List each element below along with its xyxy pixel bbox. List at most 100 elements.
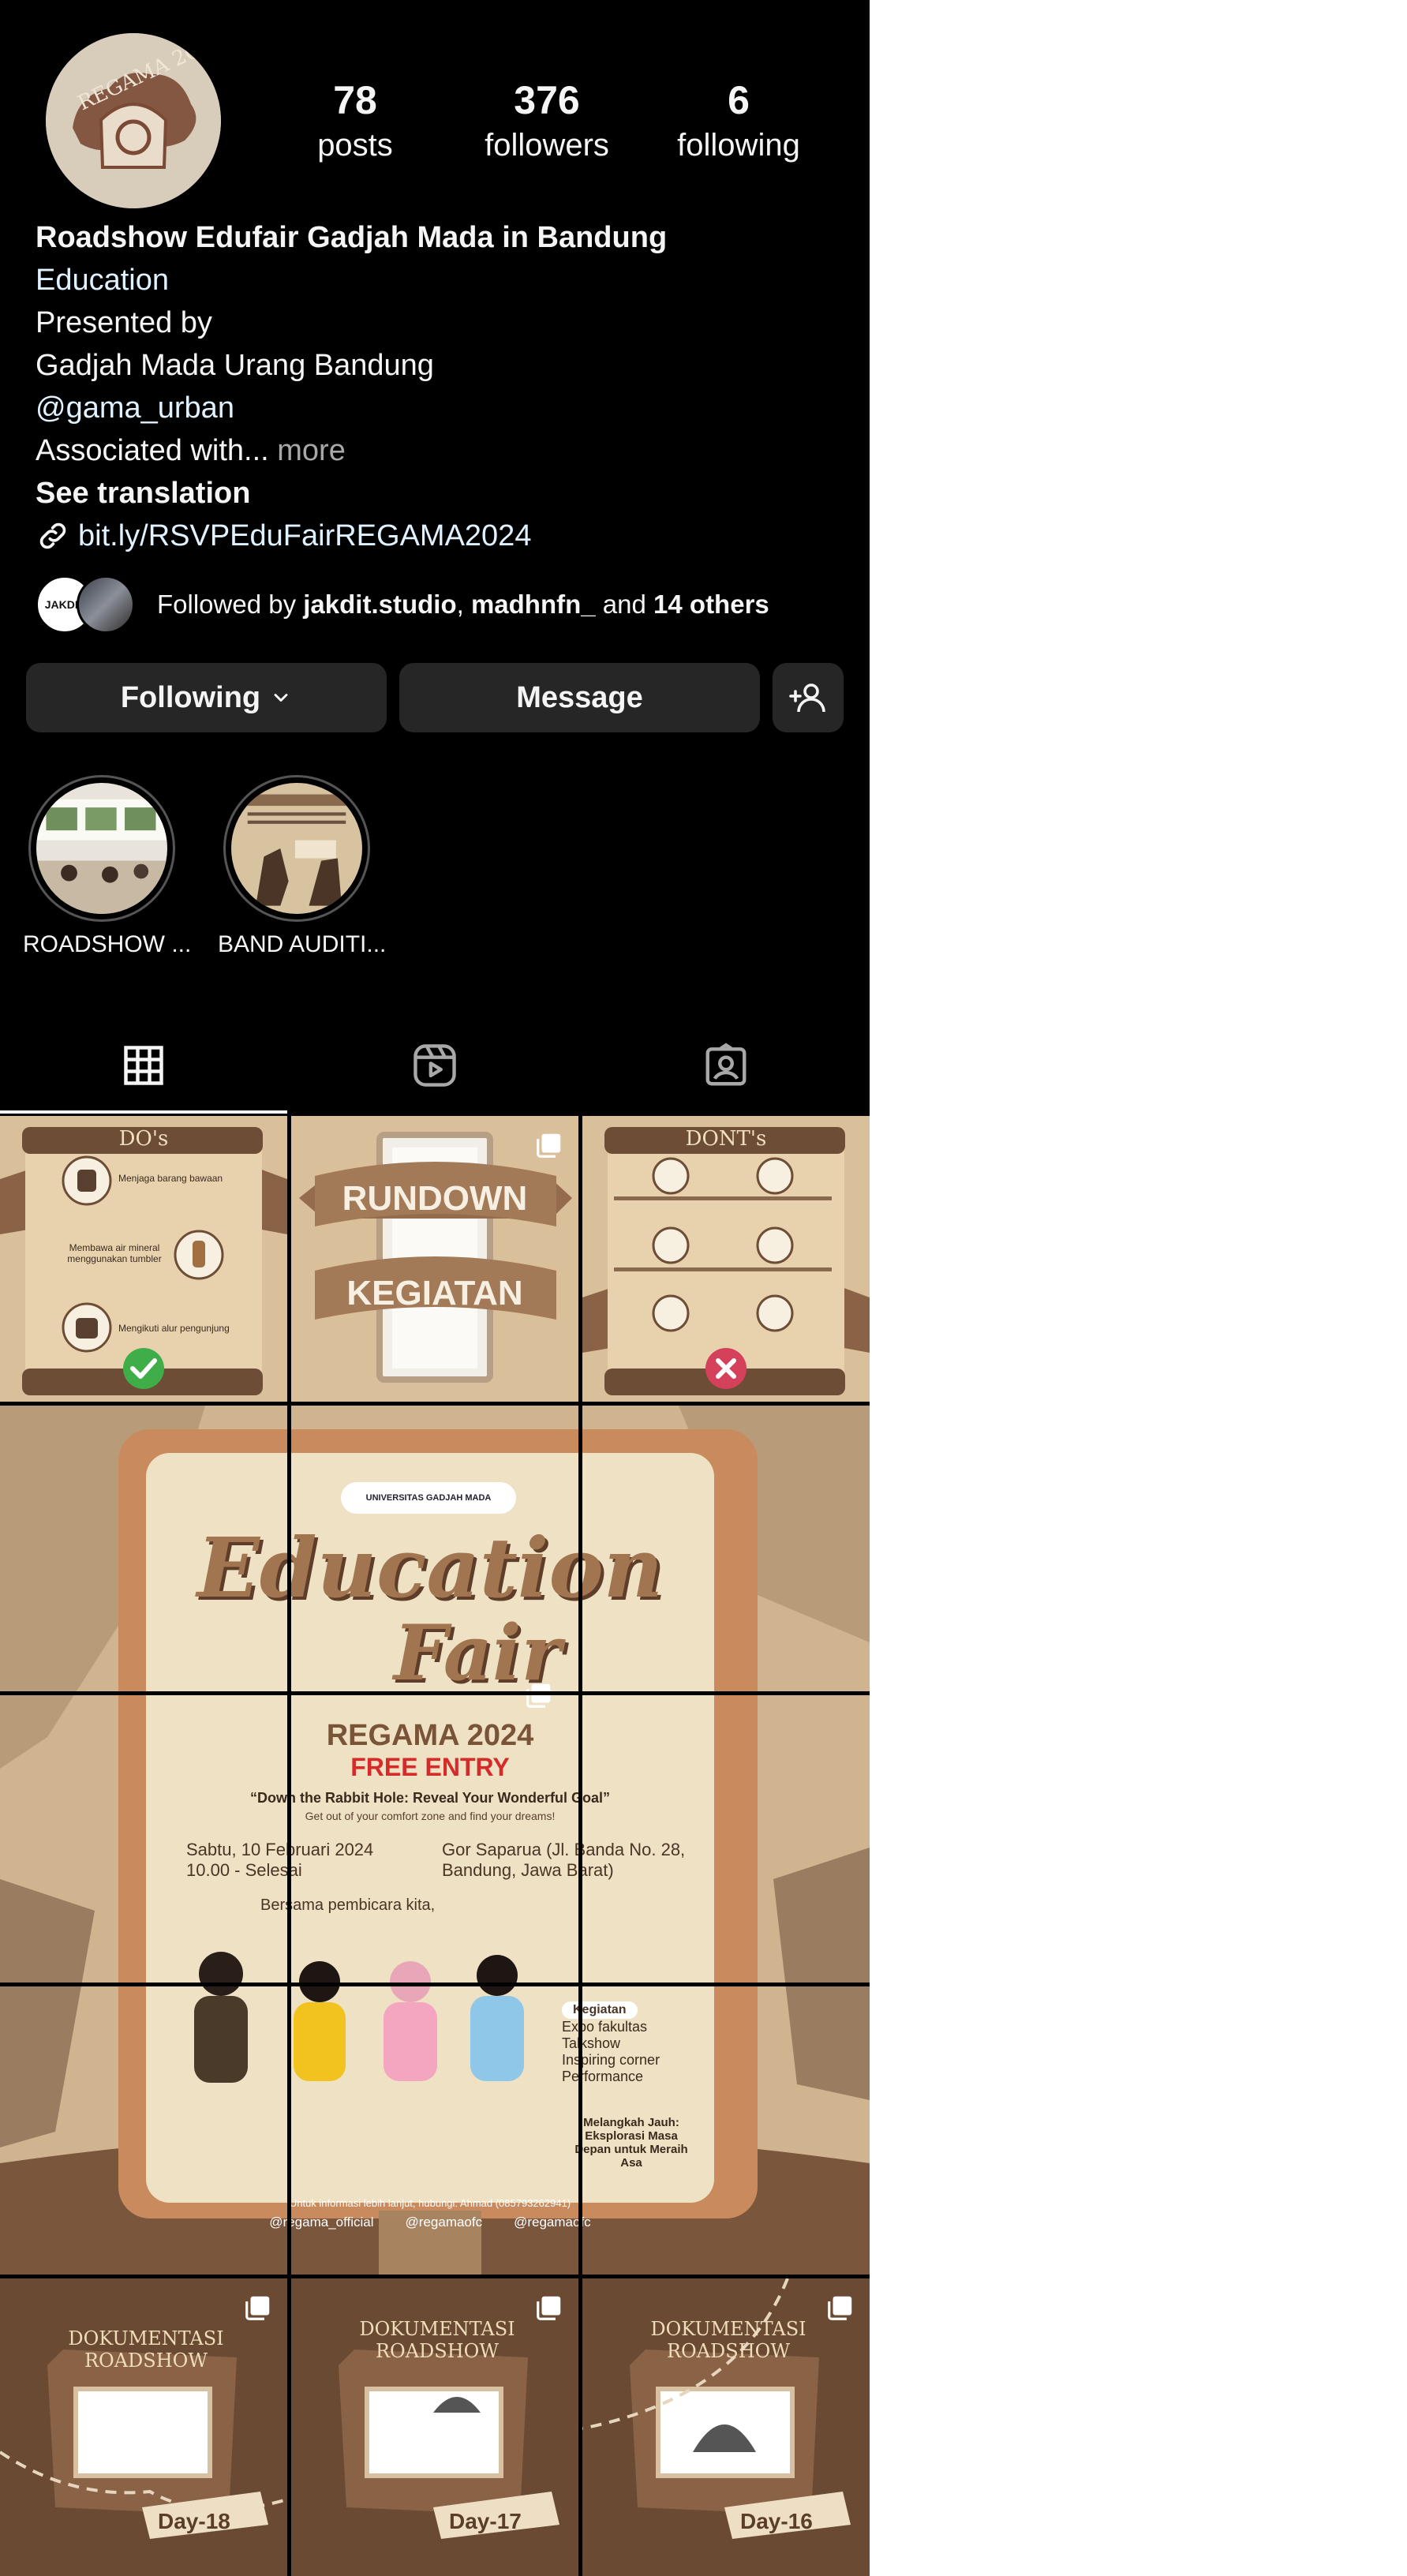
message-button-label: Message bbox=[516, 680, 643, 714]
following-button-label: Following bbox=[120, 680, 261, 714]
bio-external-link[interactable]: bit.ly/RSVPEduFairREGAMA2024 bbox=[36, 515, 856, 557]
poster-univ-text: UNIVERSITAS GADJAH MADA bbox=[365, 1493, 492, 1503]
carousel-icon bbox=[537, 1133, 561, 1158]
followed-by-prefix: Followed by bbox=[157, 590, 304, 619]
post-tile[interactable]: DOKUMENTASI ROADSHOW Day-16 bbox=[582, 2278, 870, 2576]
poster-activity: Expo fakultas bbox=[562, 2019, 648, 2035]
poster-tagline: Get out of your comfort zone and find yo… bbox=[305, 1810, 556, 1822]
post-dos-item: Mengikuti alur pengunjung bbox=[118, 1323, 230, 1334]
posts-count-value: 78 bbox=[333, 78, 377, 122]
poster-date: Sabtu, 10 Februari 2024 10.00 - Selesai bbox=[186, 1840, 423, 1881]
follower-username[interactable]: madhnfn_ bbox=[471, 590, 596, 619]
story-highlight[interactable]: ROADSHOW ... bbox=[23, 775, 192, 958]
highlight-ring bbox=[223, 775, 370, 922]
post-dos-title: DO's bbox=[118, 1127, 169, 1151]
poster-activities: Kegiatan Expo fakultas Talkshow Inspirin… bbox=[562, 2001, 712, 2085]
poster-entry: FREE ENTRY bbox=[350, 1753, 510, 1781]
poster-social-instagram: @regama_official bbox=[269, 2215, 374, 2230]
post-rundown-title: RUNDOWN bbox=[342, 1179, 528, 1218]
poster-univ-badge: UNIVERSITAS GADJAH MADA bbox=[341, 1482, 516, 1514]
grid-divider bbox=[287, 1116, 291, 2576]
grid-divider bbox=[578, 1116, 582, 2576]
highlight-cover bbox=[36, 783, 167, 914]
post-tile[interactable]: DO's Menjaga barang bawaan Membawa air m… bbox=[0, 1116, 287, 1402]
doc-day-label: Day-17 bbox=[449, 2509, 522, 2533]
grid-divider bbox=[0, 1402, 870, 1406]
poster-venue: Gor Saparua (Jl. Banda No. 28, Bandung, … bbox=[442, 1840, 686, 1880]
poster-title: Education Fair bbox=[146, 1524, 714, 1694]
poster-social-line: @regamaofc bbox=[405, 2215, 483, 2230]
bio-more-link[interactable]: more bbox=[269, 434, 346, 467]
doc-day-label: Day-16 bbox=[740, 2509, 813, 2533]
poster-theme: “Down the Rabbit Hole: Reveal Your Wonde… bbox=[249, 1790, 611, 1806]
highlight-cover bbox=[231, 783, 362, 914]
bio-associated-text: Associated with... bbox=[36, 434, 269, 467]
tab-reels[interactable] bbox=[291, 1018, 578, 1113]
followed-by-separator: , bbox=[456, 590, 471, 619]
bio-associated-line: Associated with... more bbox=[36, 429, 856, 472]
poster-contact: Untuk informasi lebih lanjut, hubungi: A… bbox=[289, 2197, 571, 2209]
posts-count-label: posts bbox=[317, 128, 393, 163]
profile-bio: Roadshow Edufair Gadjah Mada in Bandung … bbox=[36, 216, 856, 557]
highlight-label: BAND AUDITI... bbox=[218, 931, 387, 957]
post-donts-title: DONT's bbox=[685, 1127, 767, 1151]
following-count-value: 6 bbox=[728, 78, 750, 122]
post-tile[interactable]: DOKUMENTASI ROADSHOW Day-18 bbox=[0, 2278, 287, 2576]
followers-count[interactable]: 376 followers bbox=[460, 76, 634, 166]
following-button[interactable]: Following bbox=[26, 663, 387, 732]
carousel-icon bbox=[537, 2296, 561, 2320]
poster-date-text: Sabtu, 10 Februari 2024 bbox=[186, 1840, 374, 1859]
post-image-doc bbox=[0, 2278, 287, 2576]
following-count[interactable]: 6 following bbox=[652, 76, 825, 166]
doc-title: DOKUMENTASI ROADSHOW bbox=[650, 2318, 806, 2362]
following-count-label: following bbox=[677, 128, 800, 163]
chevron-down-icon bbox=[274, 694, 288, 702]
post-tile[interactable]: DONT's bbox=[582, 1116, 870, 1402]
post-dos-item: Menjaga barang bawaan bbox=[118, 1173, 223, 1184]
post-tile-poster[interactable]: UNIVERSITAS GADJAH MADA Education Fair R… bbox=[0, 1406, 870, 2275]
profile-category[interactable]: Education bbox=[36, 259, 856, 301]
poster-activity: Performance bbox=[562, 2069, 644, 2084]
story-highlight[interactable]: BAND AUDITI... bbox=[218, 775, 387, 958]
followers-count-value: 376 bbox=[514, 78, 580, 122]
posts-count[interactable]: 78 posts bbox=[268, 76, 442, 166]
bio-mention-link[interactable]: @gama_urban bbox=[36, 387, 856, 429]
followed-by-row[interactable]: JAKDIT Followed by jakdit.studio, madhnf… bbox=[36, 575, 856, 635]
message-button[interactable]: Message bbox=[399, 663, 760, 732]
suggested-people-button[interactable] bbox=[773, 663, 844, 732]
bio-line: Presented by bbox=[36, 306, 212, 339]
post-dos-item: Membawa air mineral menggunakan tumbler bbox=[67, 1242, 162, 1264]
posts-grid: DO's Menjaga barang bawaan Membawa air m… bbox=[0, 1116, 870, 2576]
post-tile[interactable]: DOKUMENTASI ROADSHOW Day-17 bbox=[291, 2278, 578, 2576]
doc-day-label: Day-18 bbox=[158, 2509, 230, 2533]
link-icon bbox=[39, 522, 66, 549]
post-tile[interactable]: RUNDOWN KEGIATAN bbox=[291, 1116, 578, 1402]
tab-posts-grid[interactable] bbox=[0, 1018, 287, 1113]
post-rundown-subtitle: KEGIATAN bbox=[346, 1274, 523, 1312]
followed-by-others[interactable]: 14 others bbox=[653, 590, 769, 619]
poster-time-text: 10.00 - Selesai bbox=[186, 1860, 302, 1880]
poster-socials: @regama_official @regamaofc @regamaofc bbox=[146, 2215, 714, 2230]
follower-avatar bbox=[77, 575, 135, 634]
profile-avatar[interactable]: REGAMA 2024 bbox=[46, 33, 221, 208]
see-translation-link[interactable]: See translation bbox=[36, 472, 856, 515]
followed-by-text: Followed by jakdit.studio, madhnfn_ and … bbox=[157, 590, 769, 620]
reels-icon bbox=[413, 1044, 456, 1087]
carousel-icon bbox=[526, 1683, 551, 1708]
grid-divider bbox=[0, 1691, 870, 1695]
poster-event: REGAMA 2024 bbox=[326, 1719, 534, 1752]
doc-title: DOKUMENTASI ROADSHOW bbox=[68, 2327, 224, 2372]
tagged-icon bbox=[705, 1043, 747, 1086]
post-image-donts bbox=[582, 1116, 870, 1402]
poster-speakers-photo bbox=[194, 1952, 524, 2083]
follower-username[interactable]: jakdit.studio bbox=[303, 590, 456, 619]
posts-grid-icon bbox=[124, 1046, 163, 1085]
poster-slogan: Melangkah Jauh: Eksplorasi Masa Depan un… bbox=[574, 2116, 688, 2170]
highlight-ring bbox=[28, 775, 175, 922]
highlight-label: ROADSHOW ... bbox=[23, 931, 192, 957]
followed-by-and: and bbox=[595, 590, 654, 619]
poster-title-line2: Fair bbox=[393, 1608, 562, 1698]
bio-line: Gadjah Mada Urang Bandung bbox=[36, 349, 434, 382]
tab-tagged[interactable] bbox=[582, 1018, 870, 1113]
carousel-icon bbox=[828, 2296, 852, 2320]
